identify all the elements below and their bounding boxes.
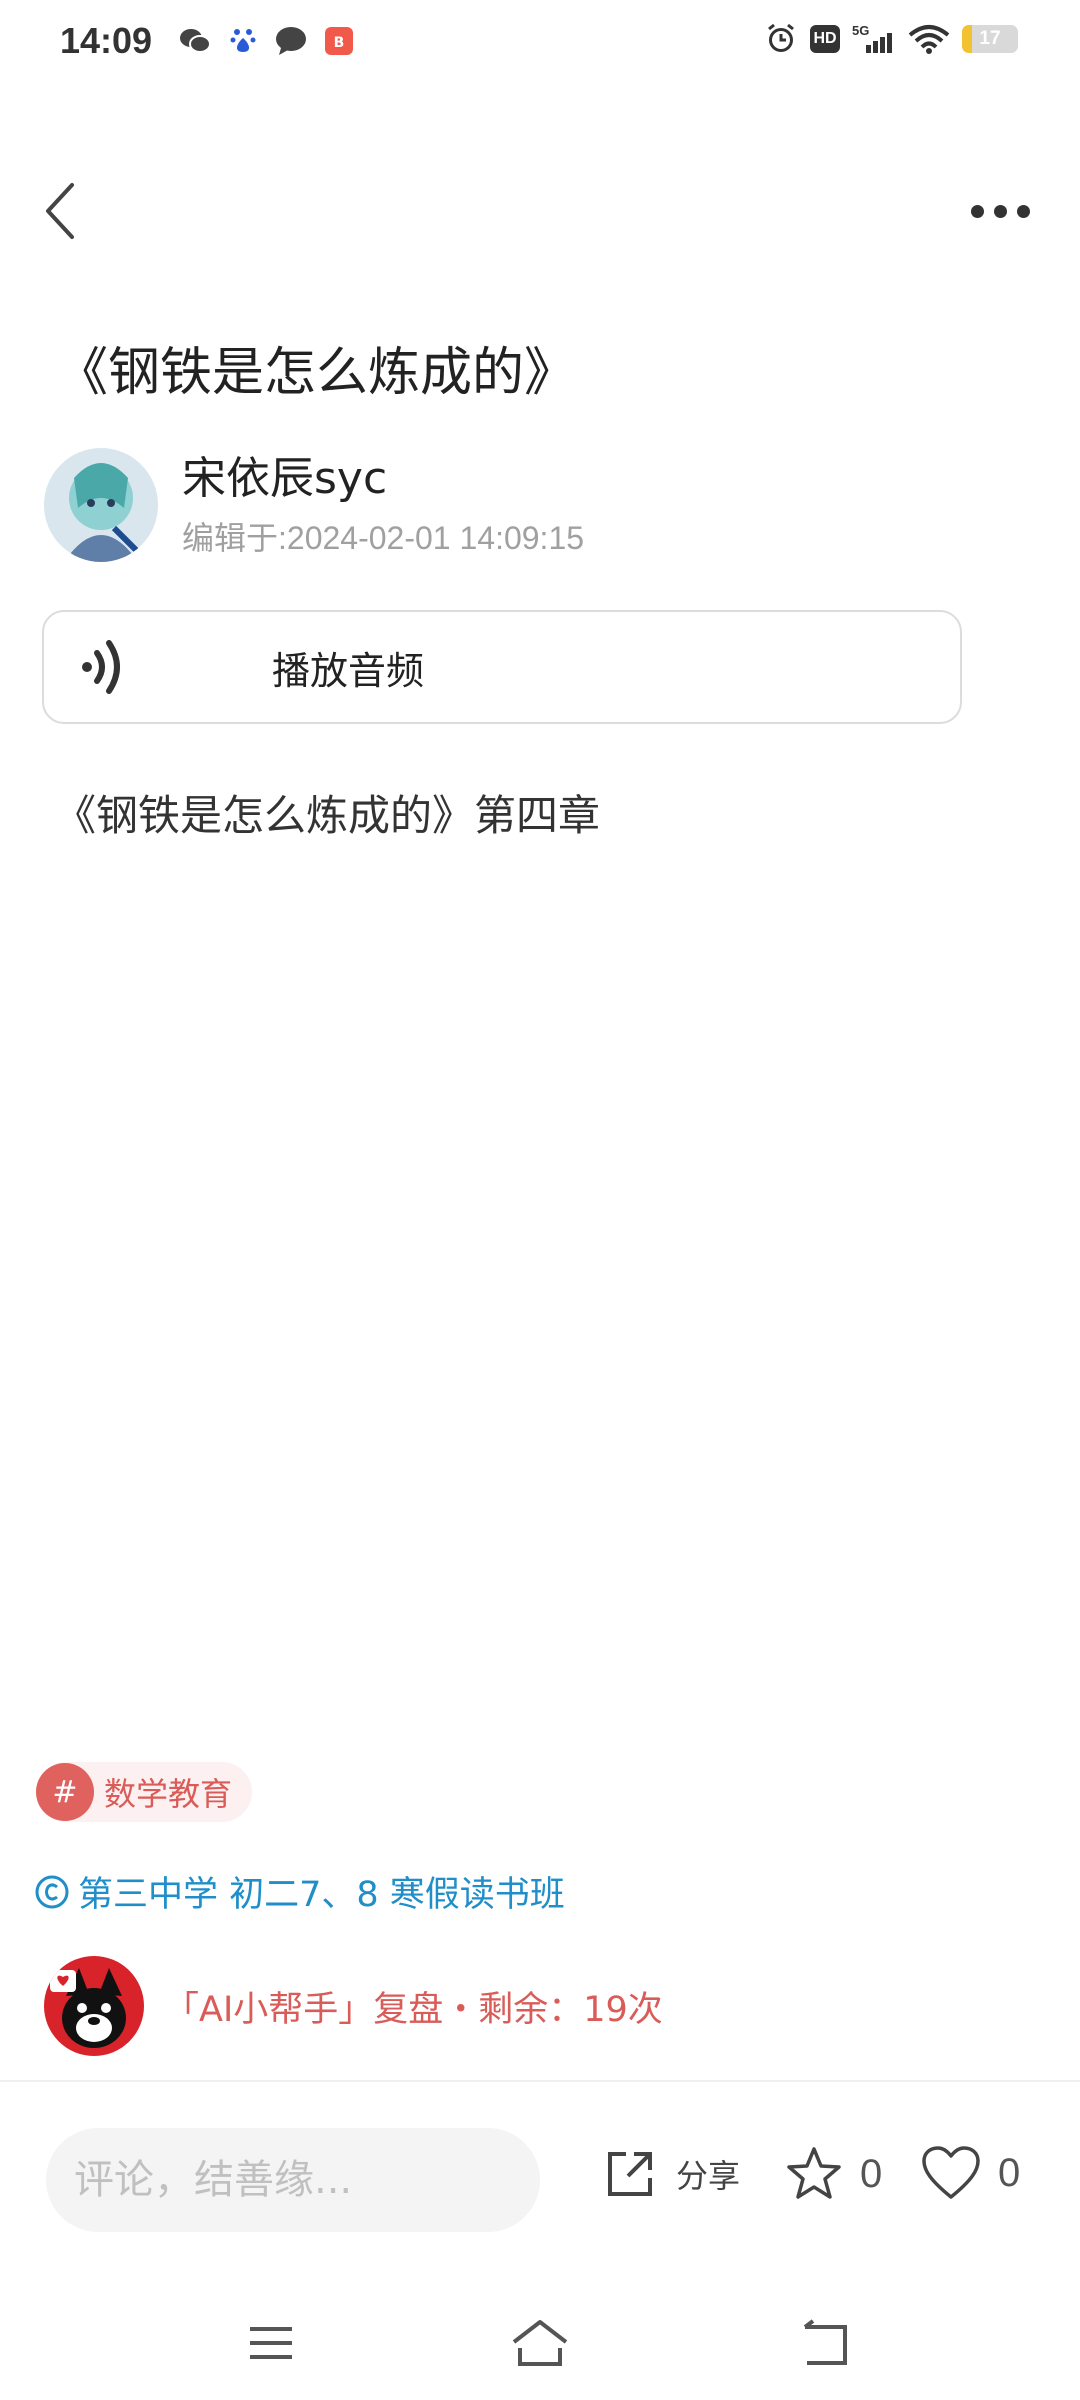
edit-time: 编辑于:2024-02-01 14:09:15 [182,520,585,556]
svg-text:5G: 5G [852,23,869,38]
battery-icon: 17 [962,25,1018,53]
baidu-icon [226,24,260,58]
hash-icon: # [36,1763,94,1821]
favorite-button[interactable]: 0 [784,2144,882,2204]
share-icon [608,2152,652,2196]
ai-helper-label: 「AI小帮手」复盘・剩余：19次 [164,1989,663,2030]
app-icon: B [322,24,356,58]
favorite-count: 0 [860,2151,883,2196]
menu-nav-button[interactable] [236,2308,306,2378]
home-icon [512,2320,568,2366]
author-name[interactable]: 宋依辰syc [182,451,584,507]
message-icon [274,24,308,58]
audio-label: 播放音频 [272,648,425,693]
status-notification-icons: B [178,24,356,58]
like-count: 0 [998,2150,1021,2195]
play-audio-button[interactable]: 播放音频 [42,610,962,724]
home-nav-button[interactable] [505,2308,575,2378]
class-label: 第三中学 初二7、8 寒假读书班 [78,1875,565,1915]
author-row[interactable]: 宋依辰syc 编辑于:2024-02-01 14:09:15 [44,448,584,562]
tag-label: 数学教育 [104,1775,233,1813]
wifi-icon [908,22,950,56]
more-dots-icon [970,204,984,218]
return-icon [803,2319,847,2365]
chevron-left-icon [46,183,74,239]
more-button[interactable] [960,186,1040,236]
share-label: 分享 [676,2157,741,2195]
author-info: 宋依辰syc 编辑于:2024-02-01 14:09:15 [182,451,584,559]
audio-wave-icon [74,637,134,697]
status-system-icons: HD 5G 17 [764,22,1018,56]
battery-level [962,25,972,53]
svg-text:B: B [334,35,345,51]
post-title: 《钢铁是怎么炼成的》 [56,343,577,403]
status-bar: 14:09 B HD 5G 17 [0,0,1080,84]
star-icon [787,2147,841,2199]
copyright-circle-icon [35,1875,69,1908]
ai-helper-avatar [44,1956,144,2056]
like-button[interactable]: 0 [920,2144,1020,2202]
menu-icon [250,2327,292,2359]
author-avatar[interactable] [44,448,158,562]
back-nav-button[interactable] [790,2308,860,2378]
signal-5g-icon: 5G [852,22,896,56]
comment-input[interactable] [46,2128,540,2232]
share-button[interactable]: 分享 [604,2148,740,2200]
hd-icon: HD [810,25,840,53]
back-button[interactable] [30,176,90,246]
post-content: 《钢铁是怎么炼成的》第四章 [54,791,601,840]
topic-tag[interactable]: # 数学教育 [36,1762,253,1822]
bottom-action-bar: 分享 0 0 [0,2080,1080,2280]
more-dot [993,204,1007,218]
status-time: 14:09 [60,20,153,61]
more-dot [1016,204,1030,218]
ai-helper-row[interactable]: 「AI小帮手」复盘・剩余：19次 [44,1956,663,2056]
heart-icon [922,2146,980,2199]
wechat-icon [178,24,212,58]
system-navigation-bar [0,2290,1080,2400]
class-link[interactable]: 第三中学 初二7、8 寒假读书班 [34,1866,565,1917]
alarm-icon [764,22,798,56]
